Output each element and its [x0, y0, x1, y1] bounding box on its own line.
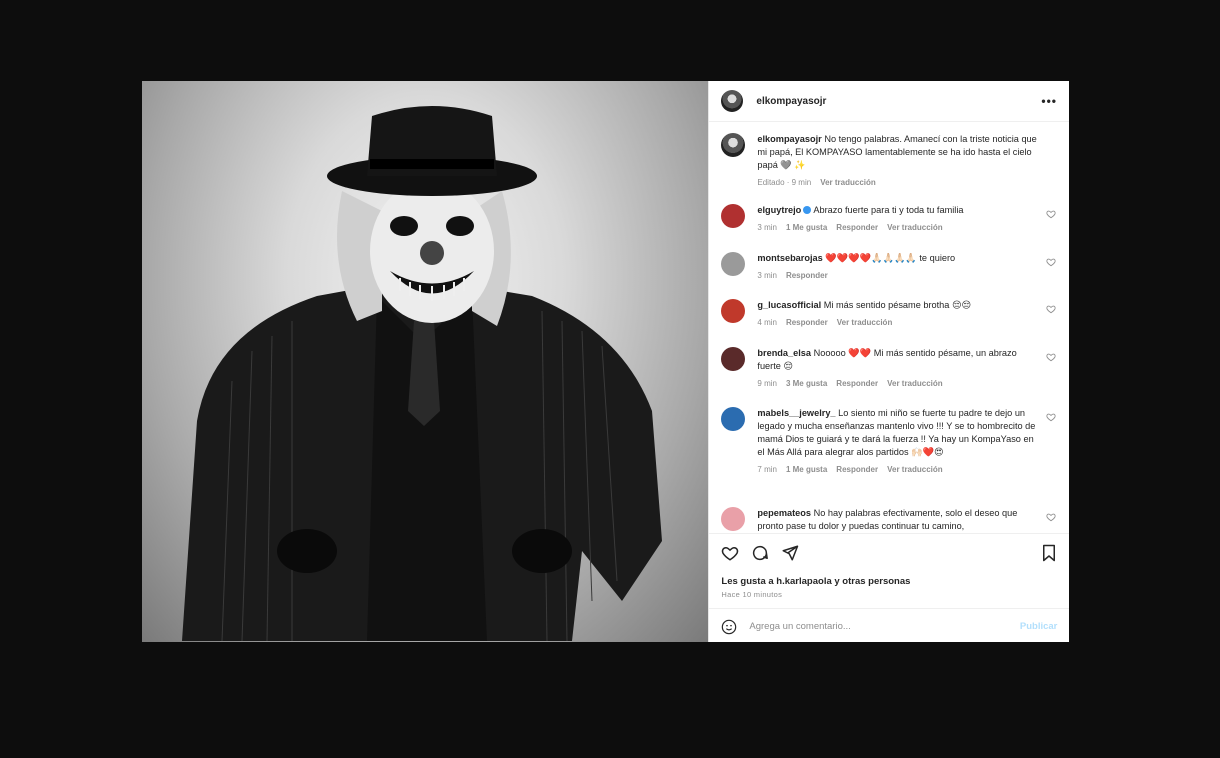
- author-avatar[interactable]: [721, 133, 746, 157]
- post-header: elkompayasojr •••: [709, 81, 1069, 122]
- comment-bubble-icon[interactable]: [751, 544, 769, 562]
- reply-link[interactable]: Responder: [836, 465, 878, 474]
- comment-item: brenda_elsa Nooooo ❤️❤️ Mi más sentido p…: [721, 347, 1056, 388]
- like-comment-heart-icon[interactable]: [1046, 209, 1056, 219]
- comment-likes[interactable]: 3 Me gusta: [786, 379, 827, 388]
- caption-username[interactable]: elkompayasojr: [757, 134, 821, 144]
- commenter-avatar[interactable]: [721, 204, 746, 228]
- comment-text: ❤️❤️❤️❤️🙏🏻🙏🏻🙏🏻🙏🏻 te quiero: [825, 253, 956, 263]
- comment-text: Mi más sentido pésame brotha 😔😔: [823, 300, 972, 310]
- comment-time: 3 min: [757, 271, 777, 280]
- reply-link[interactable]: Responder: [836, 379, 878, 388]
- comment-item: elguytrejo Abrazo fuerte para ti y toda …: [721, 204, 1056, 232]
- translate-link[interactable]: Ver traducción: [887, 465, 943, 474]
- comment-input[interactable]: Agrega un comentario...: [749, 621, 850, 632]
- comment-time: 4 min: [757, 318, 777, 327]
- caption-translate-link[interactable]: Ver traducción: [820, 178, 876, 187]
- comment-username[interactable]: montsebarojas: [757, 253, 822, 263]
- like-comment-heart-icon[interactable]: [1046, 512, 1056, 522]
- translate-link[interactable]: Ver traducción: [887, 379, 943, 388]
- comment-text: Abrazo fuerte para ti y toda tu familia: [813, 205, 964, 215]
- commenter-avatar[interactable]: [721, 347, 746, 371]
- author-username[interactable]: elkompayasojr: [756, 96, 826, 107]
- author-avatar[interactable]: [721, 90, 744, 112]
- comment-time: 7 min: [757, 465, 777, 474]
- commenter-avatar[interactable]: [721, 507, 746, 531]
- likes-summary[interactable]: Les gusta a h.karlapaola y otras persona…: [721, 576, 910, 587]
- commenter-avatar[interactable]: [721, 252, 746, 276]
- comments-panel: elkompayasojr ••• elkompayasojr No tengo…: [708, 81, 1069, 642]
- like-comment-heart-icon[interactable]: [1046, 352, 1056, 362]
- emoji-icon[interactable]: [721, 619, 737, 635]
- commenter-avatar[interactable]: [721, 407, 746, 431]
- like-comment-heart-icon[interactable]: [1046, 304, 1056, 314]
- publish-button[interactable]: Publicar: [1020, 621, 1058, 632]
- post-photo[interactable]: [142, 81, 709, 642]
- comment-likes[interactable]: 1 Me gusta: [786, 465, 827, 474]
- add-comment-bar: Agrega un comentario... Publicar: [709, 608, 1069, 642]
- comment-username[interactable]: g_lucasofficial: [757, 300, 821, 310]
- post-time: Hace 10 minutos: [721, 590, 783, 599]
- comment-item: montsebarojas ❤️❤️❤️❤️🙏🏻🙏🏻🙏🏻🙏🏻 te quiero…: [721, 252, 1056, 280]
- instagram-post: elkompayasojr ••• elkompayasojr No tengo…: [142, 81, 1069, 642]
- share-send-icon[interactable]: [781, 544, 799, 562]
- reply-link[interactable]: Responder: [786, 271, 828, 280]
- clown-portrait-image: [182, 106, 662, 642]
- comment-username[interactable]: elguytrejo: [757, 205, 801, 215]
- comment-item: g_lucasofficial Mi más sentido pésame br…: [721, 299, 1056, 327]
- comment-time: 9 min: [757, 379, 777, 388]
- reply-link[interactable]: Responder: [836, 223, 878, 232]
- comments-list: elkompayasojr No tengo palabras. Amanecí…: [709, 122, 1069, 533]
- comment-time: 3 min: [757, 223, 777, 232]
- verified-badge-icon: [803, 206, 812, 214]
- translate-link[interactable]: Ver traducción: [837, 318, 893, 327]
- comment-item: mabels__jewelry_ Lo siento mi niño se fu…: [721, 407, 1056, 474]
- caption: elkompayasojr No tengo palabras. Amanecí…: [721, 133, 1056, 187]
- comment-username[interactable]: brenda_elsa: [757, 348, 811, 358]
- reply-link[interactable]: Responder: [786, 318, 828, 327]
- comment-username[interactable]: mabels__jewelry_: [757, 408, 835, 418]
- comment-likes[interactable]: 1 Me gusta: [786, 223, 827, 232]
- comment-item: pepemateos No hay palabras efectivamente…: [721, 507, 1056, 533]
- post-actions: Les gusta a h.karlapaola y otras persona…: [709, 533, 1069, 642]
- translate-link[interactable]: Ver traducción: [887, 223, 943, 232]
- caption-edited: Editado · 9 min: [757, 178, 812, 187]
- like-comment-heart-icon[interactable]: [1046, 412, 1056, 422]
- more-options-icon[interactable]: •••: [1041, 94, 1057, 108]
- bookmark-icon[interactable]: [1041, 544, 1057, 562]
- like-heart-icon[interactable]: [721, 544, 739, 562]
- like-comment-heart-icon[interactable]: [1046, 257, 1056, 267]
- comment-username[interactable]: pepemateos: [757, 508, 811, 518]
- commenter-avatar[interactable]: [721, 299, 746, 323]
